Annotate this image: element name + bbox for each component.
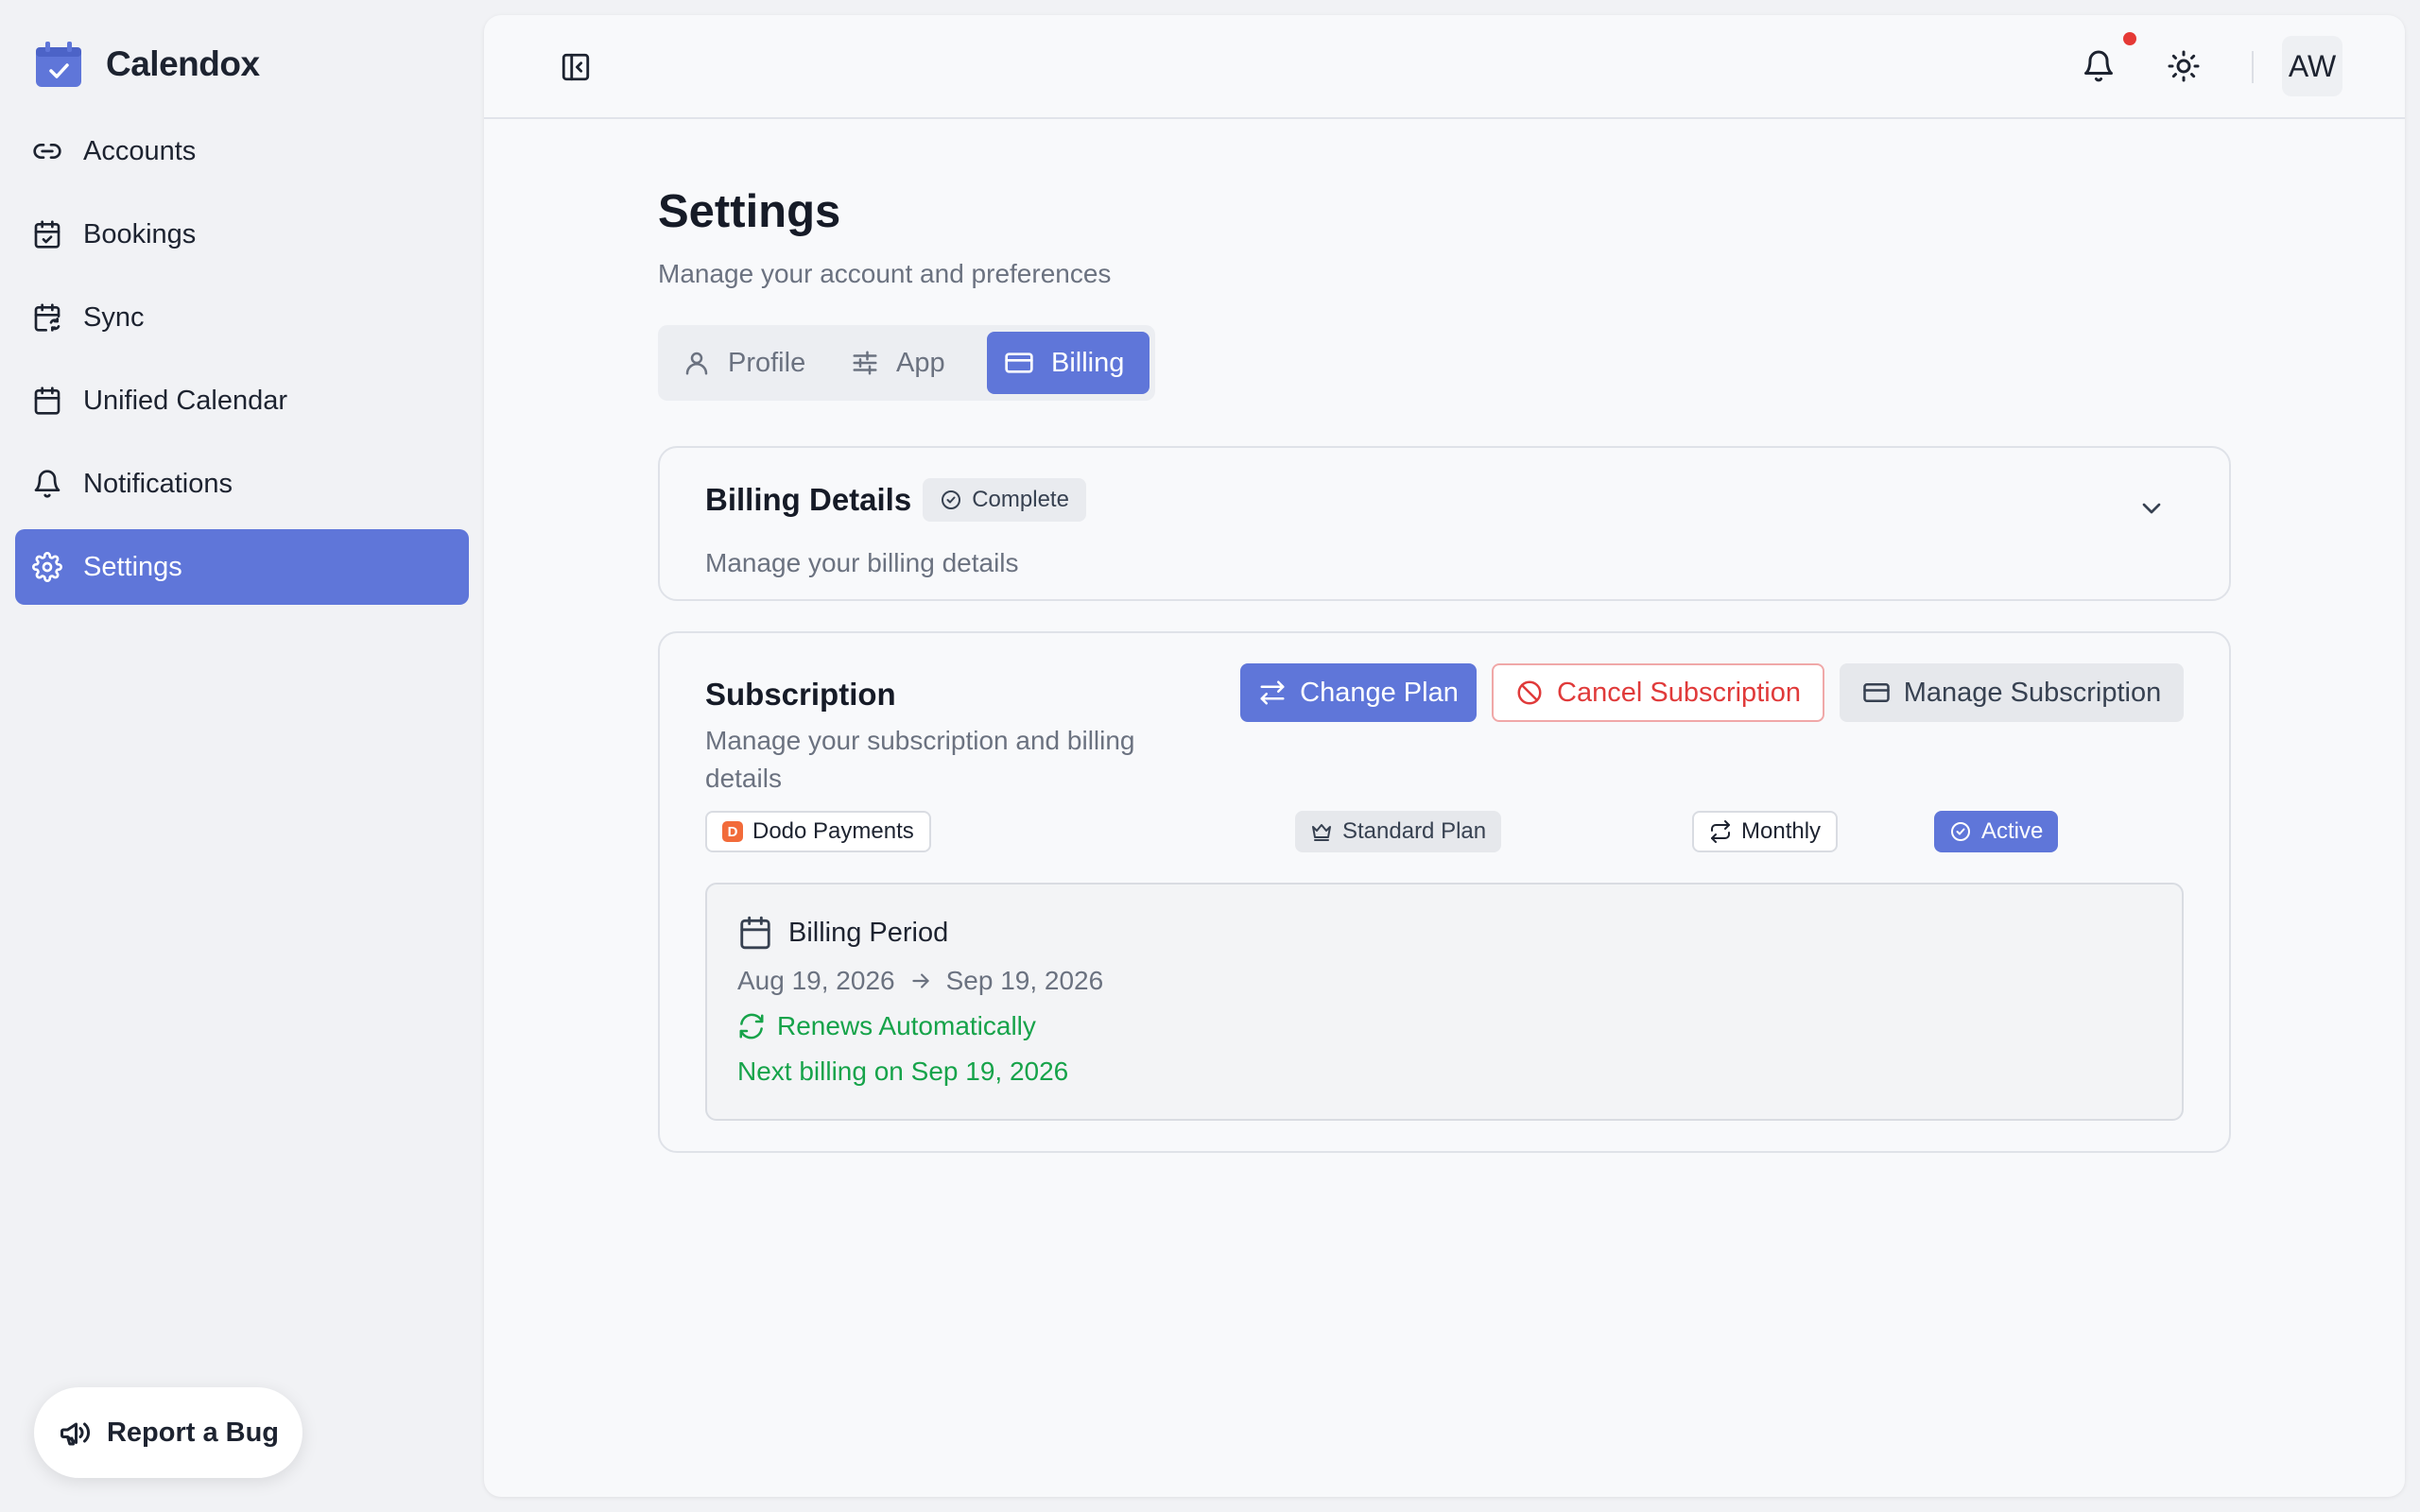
status-badge: Complete	[923, 478, 1086, 522]
tab-app[interactable]: App	[834, 332, 962, 394]
tab-label: App	[896, 347, 945, 378]
user-icon	[683, 349, 711, 377]
credit-card-icon	[1004, 348, 1034, 378]
header-divider	[2252, 51, 2254, 83]
arrow-right-icon	[908, 969, 933, 993]
dodo-payments-logo-icon: D	[722, 821, 743, 842]
billing-period-title: Billing Period	[788, 917, 949, 948]
renew-label: Renews Automatically	[777, 1011, 1036, 1040]
page-subtitle: Manage your account and preferences	[658, 259, 1112, 288]
notifications-bell-icon[interactable]	[2082, 49, 2116, 83]
plan-chip: Standard Plan	[1295, 811, 1502, 852]
check-circle-icon	[940, 489, 962, 511]
sidebar-item-sync[interactable]: Sync	[15, 280, 469, 355]
tab-profile[interactable]: Profile	[666, 332, 822, 394]
tab-label: Billing	[1051, 347, 1125, 378]
sidebar-item-label: Notifications	[83, 468, 233, 499]
change-plan-button[interactable]: Change Plan	[1240, 663, 1477, 722]
chevron-down-icon[interactable]	[2136, 493, 2167, 524]
report-bug-button[interactable]: Report a Bug	[34, 1387, 302, 1478]
subscription-description: Manage your subscription and billing det…	[705, 726, 1135, 793]
subscription-title: Subscription	[705, 677, 896, 712]
billing-details-header: Billing Details Complete	[705, 478, 1086, 522]
billing-period-header: Billing Period	[737, 915, 948, 951]
billing-period-panel: Billing Period Aug 19, 2026 Sep 19, 2026	[705, 883, 2184, 1121]
calendar-logo-icon	[34, 40, 83, 89]
badge-label: Complete	[972, 487, 1069, 512]
sun-icon[interactable]	[2167, 49, 2201, 83]
billing-period-range: Aug 19, 2026 Sep 19, 2026	[737, 966, 1103, 996]
sidebar-item-unified-calendar[interactable]: Unified Calendar	[15, 363, 469, 438]
chip-label: Standard Plan	[1342, 818, 1487, 844]
tab-billing[interactable]: Billing	[987, 332, 1150, 394]
main-panel: AW Settings Manage your account and pref…	[484, 15, 2405, 1497]
sidebar-item-settings[interactable]: Settings	[15, 529, 469, 605]
sidebar-item-notifications[interactable]: Notifications	[15, 446, 469, 522]
app-title: Calendox	[106, 44, 260, 83]
sidebar-item-label: Accounts	[83, 135, 197, 166]
renew-status: Renews Automatically	[737, 1011, 1036, 1041]
refresh-icon	[737, 1012, 766, 1040]
sidebar-item-accounts[interactable]: Accounts	[15, 113, 469, 189]
calendar-sync-icon	[32, 302, 62, 333]
check-circle-icon	[1949, 820, 1972, 843]
sidebar-item-label: Bookings	[83, 218, 197, 249]
brand[interactable]: Calendox	[34, 38, 260, 91]
button-label: Cancel Subscription	[1557, 677, 1801, 708]
billing-details-title: Billing Details	[705, 482, 912, 517]
avatar-initials: AW	[2288, 48, 2337, 83]
sidebar-item-label: Sync	[83, 301, 145, 333]
chip-label: Dodo Payments	[752, 818, 914, 844]
calendar-icon	[737, 915, 773, 951]
cancel-subscription-button[interactable]: Cancel Subscription	[1492, 663, 1824, 722]
repeat-icon	[1709, 820, 1732, 843]
sidebar-collapse-icon[interactable]	[560, 51, 592, 83]
page-title: Settings	[658, 186, 841, 237]
button-label: Manage Subscription	[1903, 677, 2162, 708]
subscription-card: Subscription Manage your subscription an…	[658, 631, 2231, 1153]
chip-label: Active	[1981, 818, 2044, 844]
interval-chip: Monthly	[1692, 811, 1839, 852]
manage-subscription-button[interactable]: Manage Subscription	[1840, 663, 2184, 722]
sidebar-item-label: Settings	[83, 551, 182, 582]
notification-dot	[2123, 32, 2136, 45]
billing-details-card[interactable]: Billing Details Complete Manage your bil…	[658, 446, 2231, 601]
calendar-check-icon	[32, 219, 62, 249]
sidebar-item-bookings[interactable]: Bookings	[15, 197, 469, 272]
button-label: Change Plan	[1300, 677, 1459, 708]
next-billing: Next billing on Sep 19, 2026	[737, 1057, 1069, 1086]
crown-icon	[1310, 820, 1333, 843]
calendar-icon	[32, 386, 62, 416]
period-end: Sep 19, 2026	[945, 966, 1104, 995]
gear-icon	[32, 552, 62, 582]
link-icon	[32, 136, 62, 166]
swap-arrows-icon	[1258, 679, 1287, 707]
credit-card-icon	[1862, 679, 1891, 707]
ban-icon	[1515, 679, 1544, 707]
megaphone-icon	[58, 1416, 92, 1450]
bell-icon	[32, 469, 62, 499]
provider-chip: D Dodo Payments	[705, 811, 931, 852]
tab-label: Profile	[728, 347, 806, 378]
avatar[interactable]: AW	[2282, 36, 2342, 96]
sidebar: Calendox Accounts Bookings Sync Unified …	[0, 0, 484, 1512]
settings-tabs: Profile App Billing	[658, 325, 1155, 401]
billing-details-description: Manage your billing details	[705, 548, 1019, 577]
top-bar: AW	[484, 15, 2405, 119]
report-bug-label: Report a Bug	[106, 1417, 280, 1448]
chip-label: Monthly	[1741, 818, 1822, 844]
sidebar-item-label: Unified Calendar	[83, 385, 288, 416]
sliders-icon	[851, 349, 879, 377]
period-start: Aug 19, 2026	[737, 966, 895, 995]
status-chip: Active	[1934, 811, 2059, 852]
